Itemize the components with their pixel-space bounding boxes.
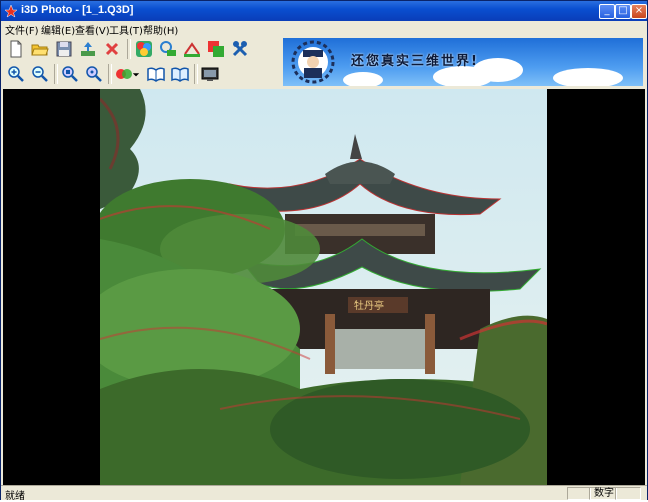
zoom-in-icon[interactable] bbox=[5, 63, 27, 85]
toolbar-separator bbox=[108, 64, 112, 84]
actual-size-icon[interactable] bbox=[83, 63, 105, 85]
toolbar-view bbox=[5, 63, 275, 87]
menu-help[interactable]: 帮助(H) bbox=[143, 22, 178, 37]
menu-view[interactable]: 查看(V) bbox=[75, 22, 110, 37]
pagoda-plaque: 牡丹亭 bbox=[354, 299, 384, 312]
anaglyph-photo: 牡丹亭 bbox=[100, 89, 547, 485]
save-icon[interactable] bbox=[53, 38, 75, 60]
pagoda-scene: 牡丹亭 bbox=[100, 89, 547, 485]
dropdown-arrow-icon[interactable] bbox=[131, 63, 141, 85]
app-icon bbox=[4, 4, 18, 18]
toolbar-main bbox=[5, 38, 275, 62]
delete-icon[interactable] bbox=[101, 38, 123, 60]
menu-edit[interactable]: 编辑(E) bbox=[41, 22, 75, 37]
minimize-button[interactable]: _ bbox=[599, 4, 615, 19]
status-pane-num: 数字 bbox=[589, 487, 617, 500]
fit-window-icon[interactable] bbox=[59, 63, 81, 85]
banner-slogan: 还您真实三维世界! bbox=[351, 54, 479, 69]
image-viewport[interactable]: 牡丹亭 bbox=[3, 89, 645, 485]
banner-cloud bbox=[473, 58, 523, 82]
anaglyph-convert-icon[interactable] bbox=[157, 38, 179, 60]
toolbar-separator bbox=[127, 39, 131, 59]
tools-icon[interactable] bbox=[229, 38, 251, 60]
slideshow-icon[interactable] bbox=[199, 63, 221, 85]
toolbar-separator bbox=[194, 64, 198, 84]
open-folder-icon[interactable] bbox=[29, 38, 51, 60]
app-window: i3D Photo - [1_1.Q3D] _ □ × 文件(F) 编辑(E) … bbox=[0, 0, 648, 502]
zoom-out-icon[interactable] bbox=[29, 63, 51, 85]
sailor-logo-icon bbox=[291, 40, 335, 84]
layers-icon[interactable] bbox=[205, 38, 227, 60]
export-icon[interactable] bbox=[77, 38, 99, 60]
banner-cloud bbox=[343, 72, 383, 86]
menu-bar: 文件(F) 编辑(E) 查看(V) 工具(T) 帮助(H) bbox=[1, 21, 647, 37]
status-bar: 就绪 数字 bbox=[1, 485, 647, 502]
title-bar[interactable]: i3D Photo - [1_1.Q3D] _ □ × bbox=[1, 1, 647, 21]
close-button[interactable]: × bbox=[631, 4, 647, 19]
menu-file[interactable]: 文件(F) bbox=[5, 22, 39, 37]
status-pane-blank bbox=[615, 487, 641, 500]
book-flip-icon[interactable] bbox=[169, 63, 191, 85]
toolbar-separator bbox=[54, 64, 58, 84]
window-title: i3D Photo - [1_1.Q3D] bbox=[21, 4, 134, 16]
banner-cloud bbox=[553, 68, 623, 86]
new-file-icon[interactable] bbox=[5, 38, 27, 60]
stereo-align-icon[interactable] bbox=[181, 38, 203, 60]
book-open-icon[interactable] bbox=[145, 63, 167, 85]
color-palette-icon[interactable] bbox=[133, 38, 155, 60]
status-pane-blank bbox=[567, 487, 591, 500]
promo-banner[interactable]: 还您真实三维世界! bbox=[283, 38, 643, 86]
menu-tools[interactable]: 工具(T) bbox=[109, 22, 143, 37]
maximize-button[interactable]: □ bbox=[615, 4, 631, 19]
